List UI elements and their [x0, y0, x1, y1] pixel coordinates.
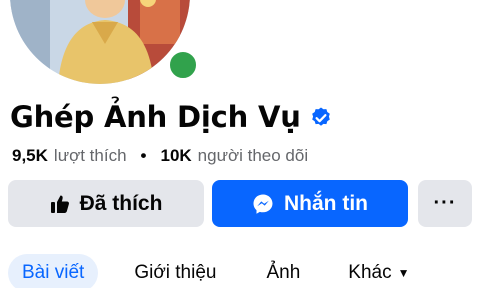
tab-posts[interactable]: Bài viết: [8, 254, 99, 288]
likes-label[interactable]: lượt thích: [54, 146, 127, 166]
avatar[interactable]: [10, 0, 190, 84]
tab-about[interactable]: Giới thiệu: [120, 254, 230, 288]
tab-photos[interactable]: Ảnh: [252, 254, 314, 288]
tab-posts-label: Bài viết: [22, 262, 85, 283]
profile-name-row: Ghép Ảnh Dịch Vụ: [10, 100, 333, 134]
stats-separator: •: [140, 146, 147, 165]
tab-about-label: Giới thiệu: [134, 262, 217, 283]
thumbs-up-icon: [50, 195, 69, 213]
avatar-photo: [10, 0, 190, 84]
caret-down-icon: ▼: [397, 266, 410, 280]
liked-button-label: Đã thích: [79, 191, 163, 215]
tab-photos-label: Ảnh: [266, 262, 301, 283]
tab-more-label: Khác: [348, 262, 392, 283]
followers-count[interactable]: 10K: [160, 146, 191, 166]
profile-stats: 9,5K lượt thích • 10K người theo dõi: [12, 146, 308, 166]
followers-label[interactable]: người theo dõi: [198, 146, 308, 166]
likes-count[interactable]: 9,5K: [12, 146, 48, 166]
online-status-indicator: [165, 47, 201, 83]
message-button[interactable]: Nhắn tin: [212, 180, 408, 227]
more-options-button[interactable]: ···: [418, 180, 472, 227]
page-title: Ghép Ảnh Dịch Vụ: [10, 100, 301, 134]
verified-badge-icon[interactable]: [309, 106, 333, 130]
more-dots-icon: ···: [433, 192, 457, 214]
profile-tabs: Bài viết Giới thiệu Ảnh Khác ▼: [8, 254, 424, 288]
messenger-icon: [253, 194, 273, 214]
liked-button[interactable]: Đã thích: [8, 180, 204, 227]
message-button-label: Nhắn tin: [284, 191, 368, 215]
profile-avatar-wrapper[interactable]: [10, 0, 201, 84]
tab-more[interactable]: Khác ▼: [334, 254, 423, 288]
